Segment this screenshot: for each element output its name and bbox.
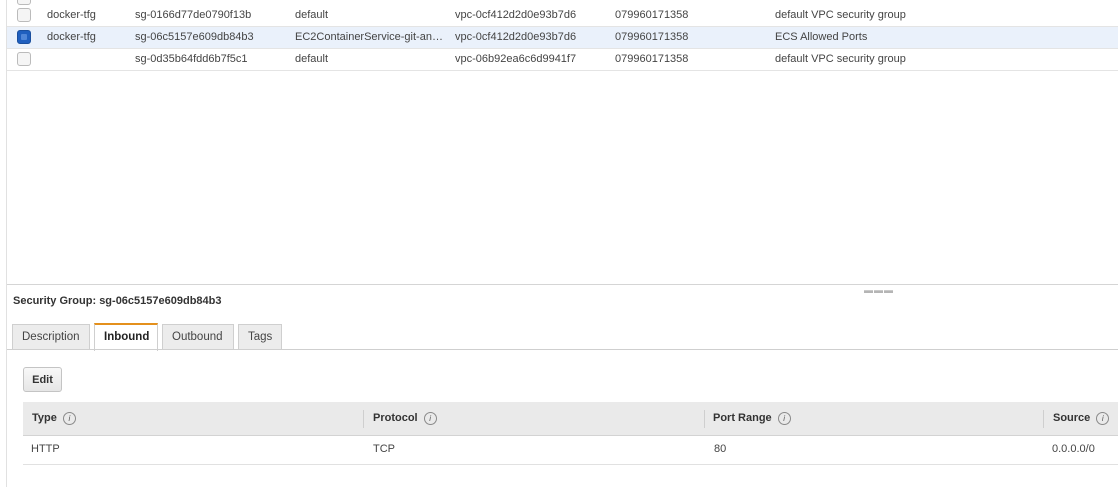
cell-protocol: TCP xyxy=(373,443,395,455)
cell-description: default VPC security group xyxy=(775,53,906,65)
edit-button[interactable]: Edit xyxy=(23,367,62,392)
cell-owner: 079960171358 xyxy=(615,53,689,65)
cell-group-name: default xyxy=(295,9,329,21)
tab-inbound[interactable]: Inbound xyxy=(94,323,158,351)
cell-name: docker-tfg xyxy=(47,31,96,43)
details-title-value: sg-06c5157e609db84b3 xyxy=(99,295,222,307)
tab-outbound[interactable]: Outbound xyxy=(162,324,234,349)
cell-vpc-id: vpc-06b92ea6c6d9941f7 xyxy=(455,53,577,65)
table-row[interactable]: sg-0d35b64fdd6b7f5c1 default vpc-06b92ea… xyxy=(7,49,1118,71)
cell-vpc-id: vpc-0cf412d2d0e93b7d6 xyxy=(455,9,577,21)
info-icon[interactable]: i xyxy=(423,411,437,425)
cell-name xyxy=(47,49,127,70)
row-checkbox[interactable] xyxy=(17,8,31,22)
rules-table-header: Type i Protocol i Port Range i Source i xyxy=(23,402,1118,436)
tab-tags[interactable]: Tags xyxy=(238,324,282,349)
cell-port-range: 80 xyxy=(714,443,727,455)
table-row[interactable]: docker-tfg sg-0166d77de0790f13b default … xyxy=(7,5,1118,27)
cell-owner: 079960171358 xyxy=(615,31,689,43)
panel-splitter[interactable] xyxy=(7,284,1118,285)
table-row: HTTP TCP 80 0.0.0.0/0 xyxy=(23,435,1118,465)
row-checkbox[interactable] xyxy=(17,30,31,44)
column-divider[interactable] xyxy=(1043,410,1044,428)
column-divider[interactable] xyxy=(704,410,705,428)
table-row-selected[interactable]: docker-tfg sg-06c5157e609db84b3 EC2Conta… xyxy=(7,27,1118,49)
cell-group-id: sg-06c5157e609db84b3 xyxy=(135,31,254,43)
header-port-range[interactable]: Port Range i xyxy=(713,402,791,435)
header-type[interactable]: Type i xyxy=(32,402,76,435)
drag-handle-icon[interactable]: ▬▬▬ xyxy=(864,286,894,295)
info-icon[interactable]: i xyxy=(777,411,791,425)
cell-group-name: default xyxy=(295,53,329,65)
header-protocol-label: Protocol xyxy=(373,412,418,424)
header-type-label: Type xyxy=(32,412,57,424)
header-source[interactable]: Source i xyxy=(1053,402,1110,435)
info-icon[interactable]: i xyxy=(62,411,76,425)
column-divider[interactable] xyxy=(363,410,364,428)
cell-group-id: sg-0166d77de0790f13b xyxy=(135,9,252,21)
tabs-divider xyxy=(7,349,1118,350)
cell-group-id: sg-0d35b64fdd6b7f5c1 xyxy=(135,53,248,65)
cell-vpc-id: vpc-0cf412d2d0e93b7d6 xyxy=(455,31,577,43)
cell-group-name: EC2ContainerService-git-an… xyxy=(295,31,443,43)
cell-source: 0.0.0.0/0 xyxy=(1052,443,1095,455)
cell-owner: 079960171358 xyxy=(615,9,689,21)
info-icon[interactable]: i xyxy=(1096,411,1110,425)
row-checkbox[interactable] xyxy=(17,52,31,66)
cell-name: docker-tfg xyxy=(47,9,96,21)
cell-description: default VPC security group xyxy=(775,9,906,21)
header-protocol[interactable]: Protocol i xyxy=(373,402,437,435)
details-title: Security Group: sg-06c5157e609db84b3 xyxy=(13,295,222,307)
header-port-range-label: Port Range xyxy=(713,412,772,424)
cell-description: ECS Allowed Ports xyxy=(775,31,868,43)
cell-type: HTTP xyxy=(31,443,60,455)
header-source-label: Source xyxy=(1053,412,1091,424)
tab-description[interactable]: Description xyxy=(12,324,90,349)
details-title-label: Security Group: xyxy=(13,295,97,307)
